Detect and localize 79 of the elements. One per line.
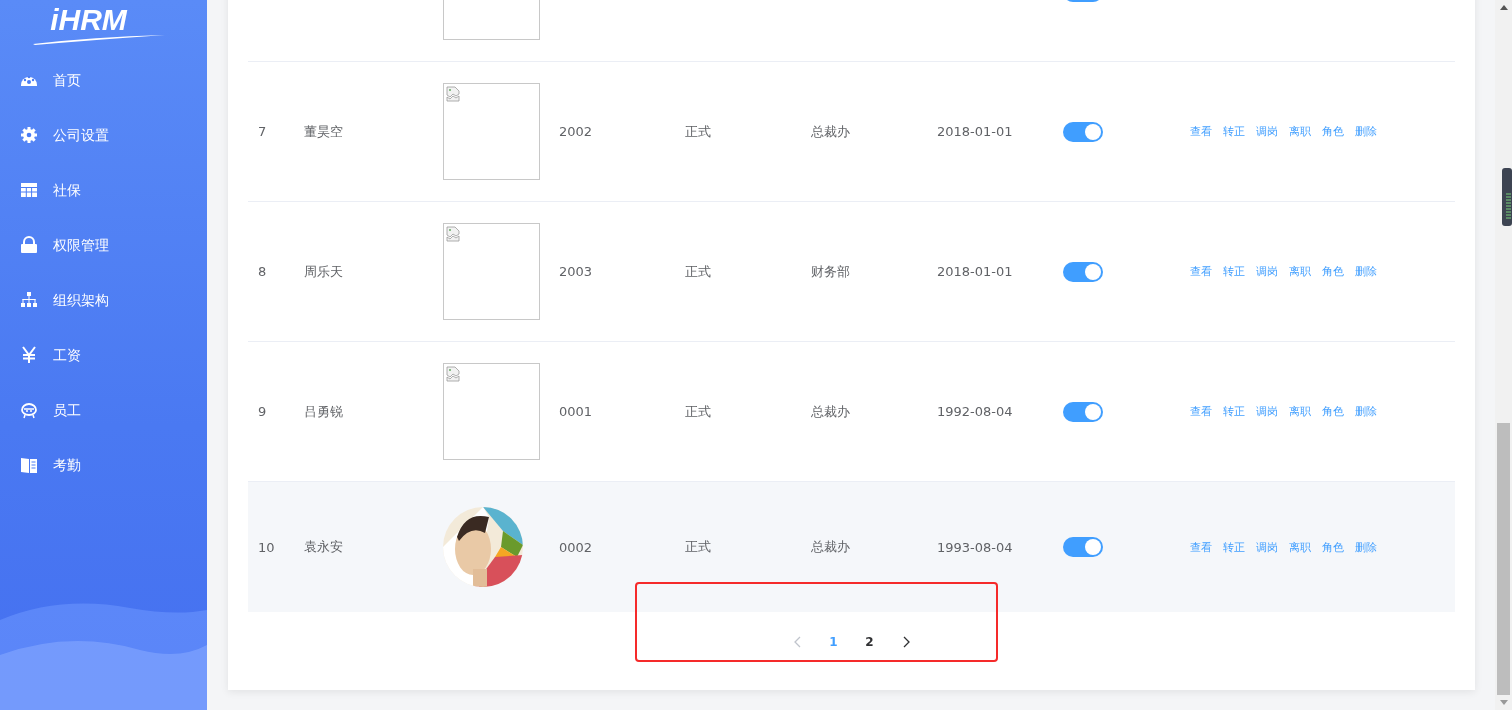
table-icon: [20, 180, 38, 199]
page-number[interactable]: 2: [857, 629, 882, 655]
action-link[interactable]: 转正: [1223, 404, 1245, 419]
org-chart-icon: [20, 290, 38, 309]
action-link[interactable]: 删除: [1355, 404, 1377, 419]
menu-item[interactable]: 公司设置: [0, 107, 207, 162]
action-link[interactable]: 调岗: [1256, 404, 1278, 419]
table-cell: 1993-08-04: [937, 539, 1013, 555]
action-link[interactable]: 离职: [1289, 264, 1311, 279]
scroll-up-icon[interactable]: [1499, 5, 1508, 10]
meter-widget-icon: [1502, 168, 1512, 226]
table-cell: 2018-01-01: [937, 124, 1013, 139]
table-cell: 总裁办: [811, 538, 850, 556]
table-cell: 10: [258, 539, 275, 555]
table-cell: 正式: [685, 122, 711, 141]
table-cell: 2018-01-01: [937, 264, 1013, 279]
table-cell: 2003: [559, 264, 593, 279]
action-link[interactable]: 删除: [1355, 264, 1377, 279]
robot-face-icon: [20, 400, 38, 419]
action-link[interactable]: 查看: [1190, 404, 1212, 419]
menu-item[interactable]: 工资: [0, 327, 207, 382]
action-link[interactable]: 删除: [1355, 539, 1377, 555]
table-cell: 董昊空: [304, 122, 343, 141]
action-link[interactable]: 调岗: [1256, 539, 1278, 555]
table-cell: 9: [258, 404, 267, 419]
action-link[interactable]: 查看: [1190, 124, 1212, 139]
table-cell: 财务部: [811, 262, 850, 281]
action-link[interactable]: 转正: [1223, 264, 1245, 279]
broken-image-icon: [446, 226, 460, 242]
book-icon: [20, 455, 38, 474]
menu-item[interactable]: 员工: [0, 382, 207, 437]
table-cell: 0001: [559, 404, 593, 419]
action-link[interactable]: 离职: [1289, 404, 1311, 419]
logo-text: iHRM: [50, 2, 127, 38]
toggle-switch[interactable]: [1063, 537, 1103, 557]
table-cell: 2002: [559, 124, 593, 139]
action-link[interactable]: 离职: [1289, 539, 1311, 555]
menu-item[interactable]: 组织架构: [0, 272, 207, 327]
action-link[interactable]: 调岗: [1256, 124, 1278, 139]
table-cell: 正式: [685, 538, 711, 556]
menu-item[interactable]: 首页: [0, 52, 207, 107]
table-cell: 正式: [685, 402, 711, 421]
menu-item[interactable]: 社保: [0, 162, 207, 217]
action-link[interactable]: 转正: [1223, 539, 1245, 555]
page-number[interactable]: 1: [821, 629, 846, 655]
scroll-thumb[interactable]: [1497, 423, 1510, 695]
action-link[interactable]: 查看: [1190, 539, 1212, 555]
toggle-switch[interactable]: [1063, 401, 1103, 422]
lock-icon: [20, 235, 38, 254]
table-cell: 7: [258, 124, 267, 139]
action-link[interactable]: 调岗: [1256, 264, 1278, 279]
action-link[interactable]: 角色: [1322, 404, 1344, 419]
settings-icon: [20, 125, 38, 144]
broken-image-icon: [446, 366, 460, 382]
table-cell: 总裁办: [811, 122, 850, 141]
menu-item[interactable]: 考勤: [0, 437, 207, 492]
chevron-right-icon: [901, 636, 910, 648]
action-link[interactable]: 角色: [1322, 539, 1344, 555]
action-link[interactable]: 角色: [1322, 124, 1344, 139]
table-cell: 0002: [559, 539, 593, 555]
action-link[interactable]: 转正: [1223, 124, 1245, 139]
table-cell: 周乐天: [304, 262, 343, 281]
table-cell: 吕勇锐: [304, 402, 343, 421]
table-cell: 1992-08-04: [937, 404, 1013, 419]
yen-icon: [20, 345, 38, 364]
toggle-switch[interactable]: [1063, 121, 1103, 142]
broken-image-icon: [446, 86, 460, 102]
table-cell: 8: [258, 264, 267, 279]
table-cell: 袁永安: [304, 538, 343, 556]
action-link[interactable]: 离职: [1289, 124, 1311, 139]
action-link[interactable]: 角色: [1322, 264, 1344, 279]
toggle-switch[interactable]: [1063, 261, 1103, 282]
action-link[interactable]: 查看: [1190, 264, 1212, 279]
menu-item[interactable]: 权限管理: [0, 217, 207, 272]
table-cell: 正式: [685, 262, 711, 281]
table-cell: 总裁办: [811, 402, 850, 421]
action-link[interactable]: 删除: [1355, 124, 1377, 139]
scroll-down-icon[interactable]: [1499, 700, 1508, 705]
chevron-left-icon: [793, 636, 802, 648]
